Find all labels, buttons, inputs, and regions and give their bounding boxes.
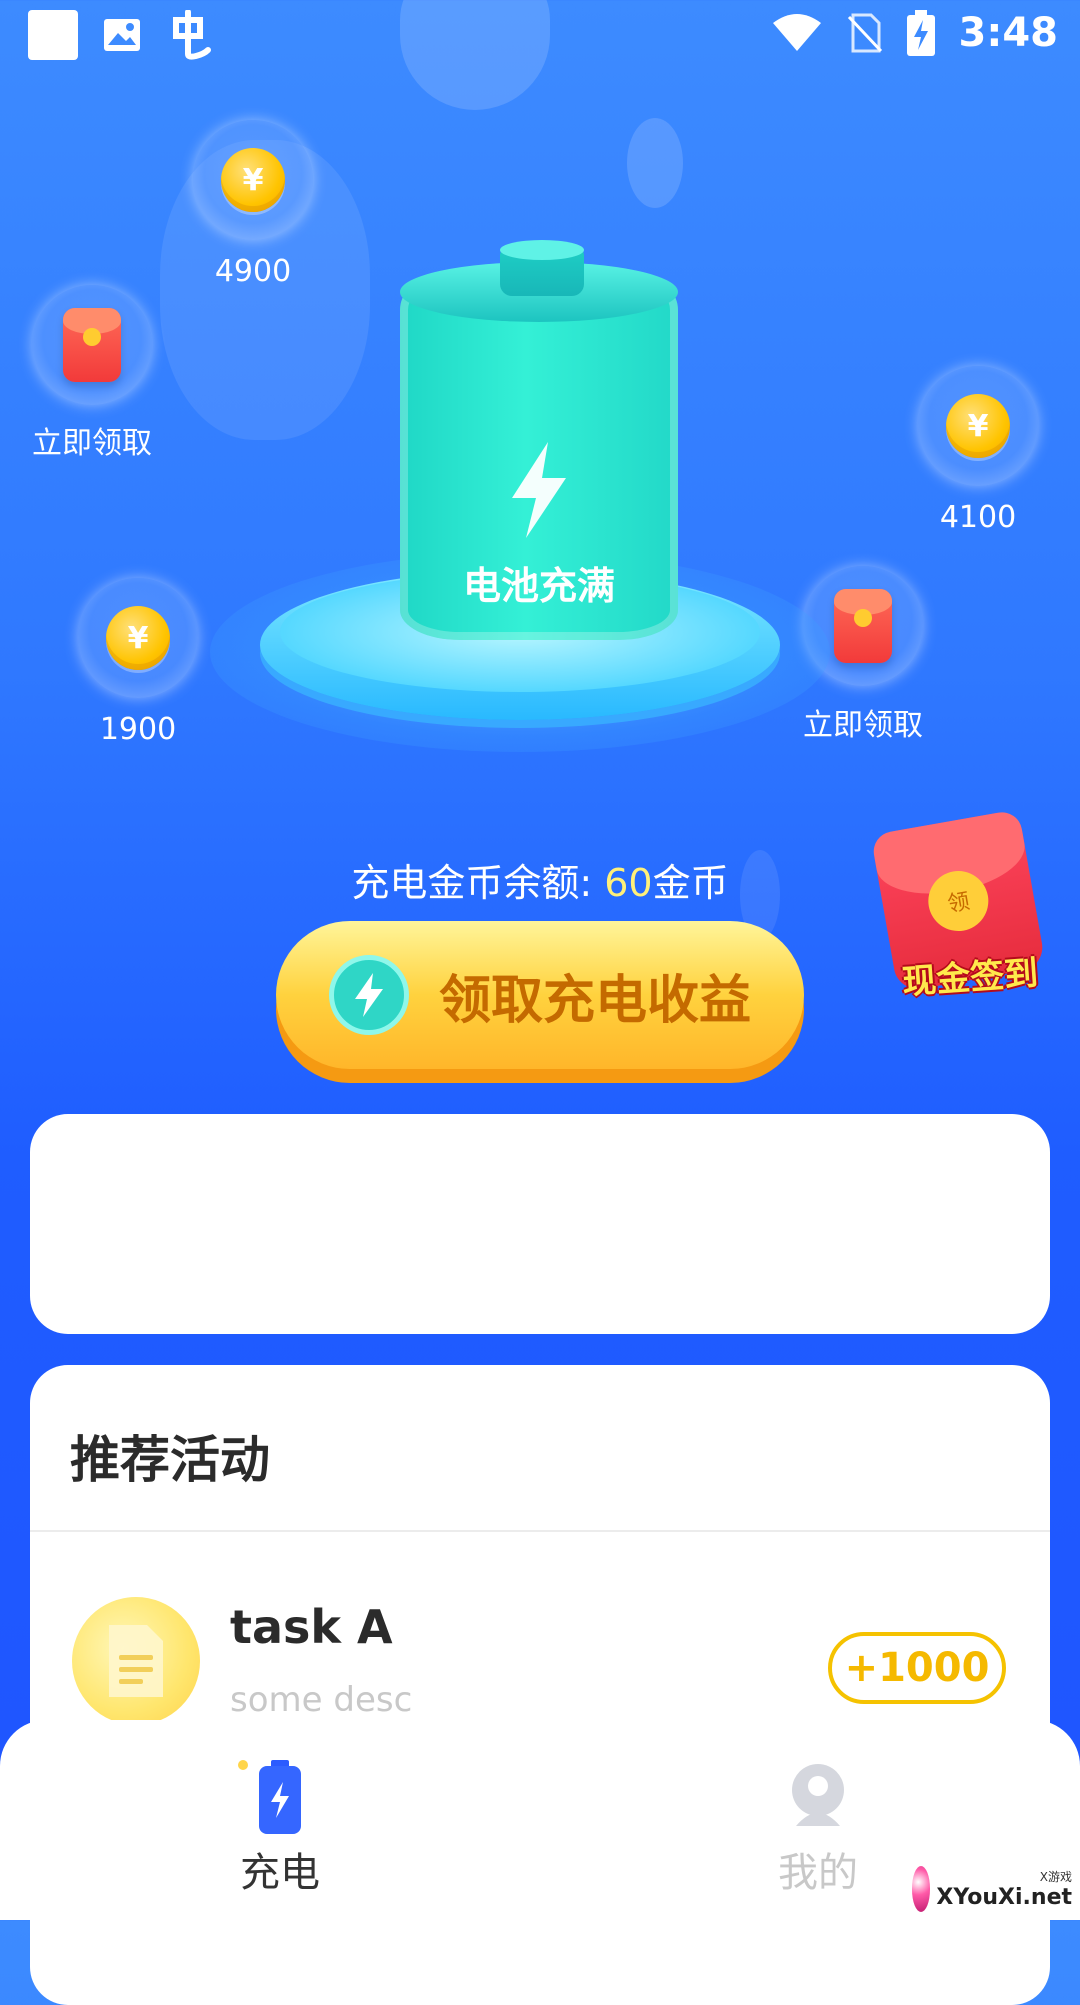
decor-blob (627, 118, 683, 208)
divider (30, 1530, 1050, 1532)
coin-bubble[interactable]: ¥ (193, 120, 313, 240)
watermark-logo-icon (912, 1866, 931, 1912)
section-title: 推荐活动 (70, 1431, 270, 1489)
document-icon (109, 1625, 163, 1697)
red-envelope-bubble[interactable] (32, 285, 152, 405)
coin-bubble[interactable]: ¥ (918, 366, 1038, 486)
balance-amount: 60 (604, 861, 653, 905)
app-icon (173, 10, 211, 60)
watermark-small-text: X游戏 (1039, 1870, 1072, 1884)
red-envelope-bubble-label: 立即领取 (32, 426, 152, 461)
claim-charge-earnings-button[interactable]: 领取充电收益 (276, 921, 804, 1069)
cash-signin-label: 现金签到 (901, 953, 1040, 1003)
battery-cap-top (500, 240, 584, 260)
coin-icon: ¥ (946, 394, 1010, 458)
watermark-text: XYouXi.net (936, 1885, 1072, 1910)
watermark: X游戏 XYouXi.net (912, 1862, 1072, 1916)
image-icon (104, 19, 140, 51)
status-time: 3:48 (958, 10, 1059, 56)
coin-bubble-label: 1900 (99, 712, 177, 747)
red-envelope-icon (63, 308, 121, 382)
coin-icon: ¥ (106, 606, 170, 670)
notification-square-icon (28, 10, 78, 60)
wifi-icon (772, 14, 821, 51)
lightning-circle-icon (328, 955, 409, 1035)
battery-status-label: 电池充满 (462, 564, 615, 608)
task-title: task A (230, 1600, 393, 1654)
red-envelope-icon (834, 589, 892, 663)
task-reward-button[interactable]: +1000 (828, 1632, 1006, 1704)
nav-item-charge[interactable]: 充电 (180, 1760, 380, 1898)
task-description: some desc (230, 1680, 413, 1720)
coin-icon: ¥ (221, 148, 285, 212)
decor-blob (400, 0, 550, 110)
coin-bubble[interactable]: ¥ (78, 578, 198, 698)
status-bar-right: 3:48 (771, 10, 1059, 56)
placeholder-card (30, 1114, 1050, 1334)
lightning-bolt-icon (512, 442, 566, 538)
battery-charge-icon (259, 1760, 301, 1834)
user-icon (792, 1764, 844, 1826)
nav-item-profile[interactable]: 我的 (718, 1760, 918, 1898)
nav-label: 充电 (240, 1850, 320, 1896)
battery-charging-icon (906, 10, 935, 56)
red-envelope-bubble-label: 立即领取 (803, 708, 923, 743)
task-avatar (72, 1597, 200, 1725)
no-sim-icon (847, 13, 882, 53)
coin-bubble-label: 4100 (939, 500, 1017, 535)
coin-bubble-label: 4900 (214, 254, 292, 289)
nav-label: 我的 (778, 1850, 858, 1896)
status-bar-left (28, 10, 216, 60)
balance-unit: 金币 (652, 861, 729, 905)
claim-button-label: 领取充电收益 (438, 970, 751, 1031)
balance-prefix: 充电金币余额: (351, 861, 605, 905)
